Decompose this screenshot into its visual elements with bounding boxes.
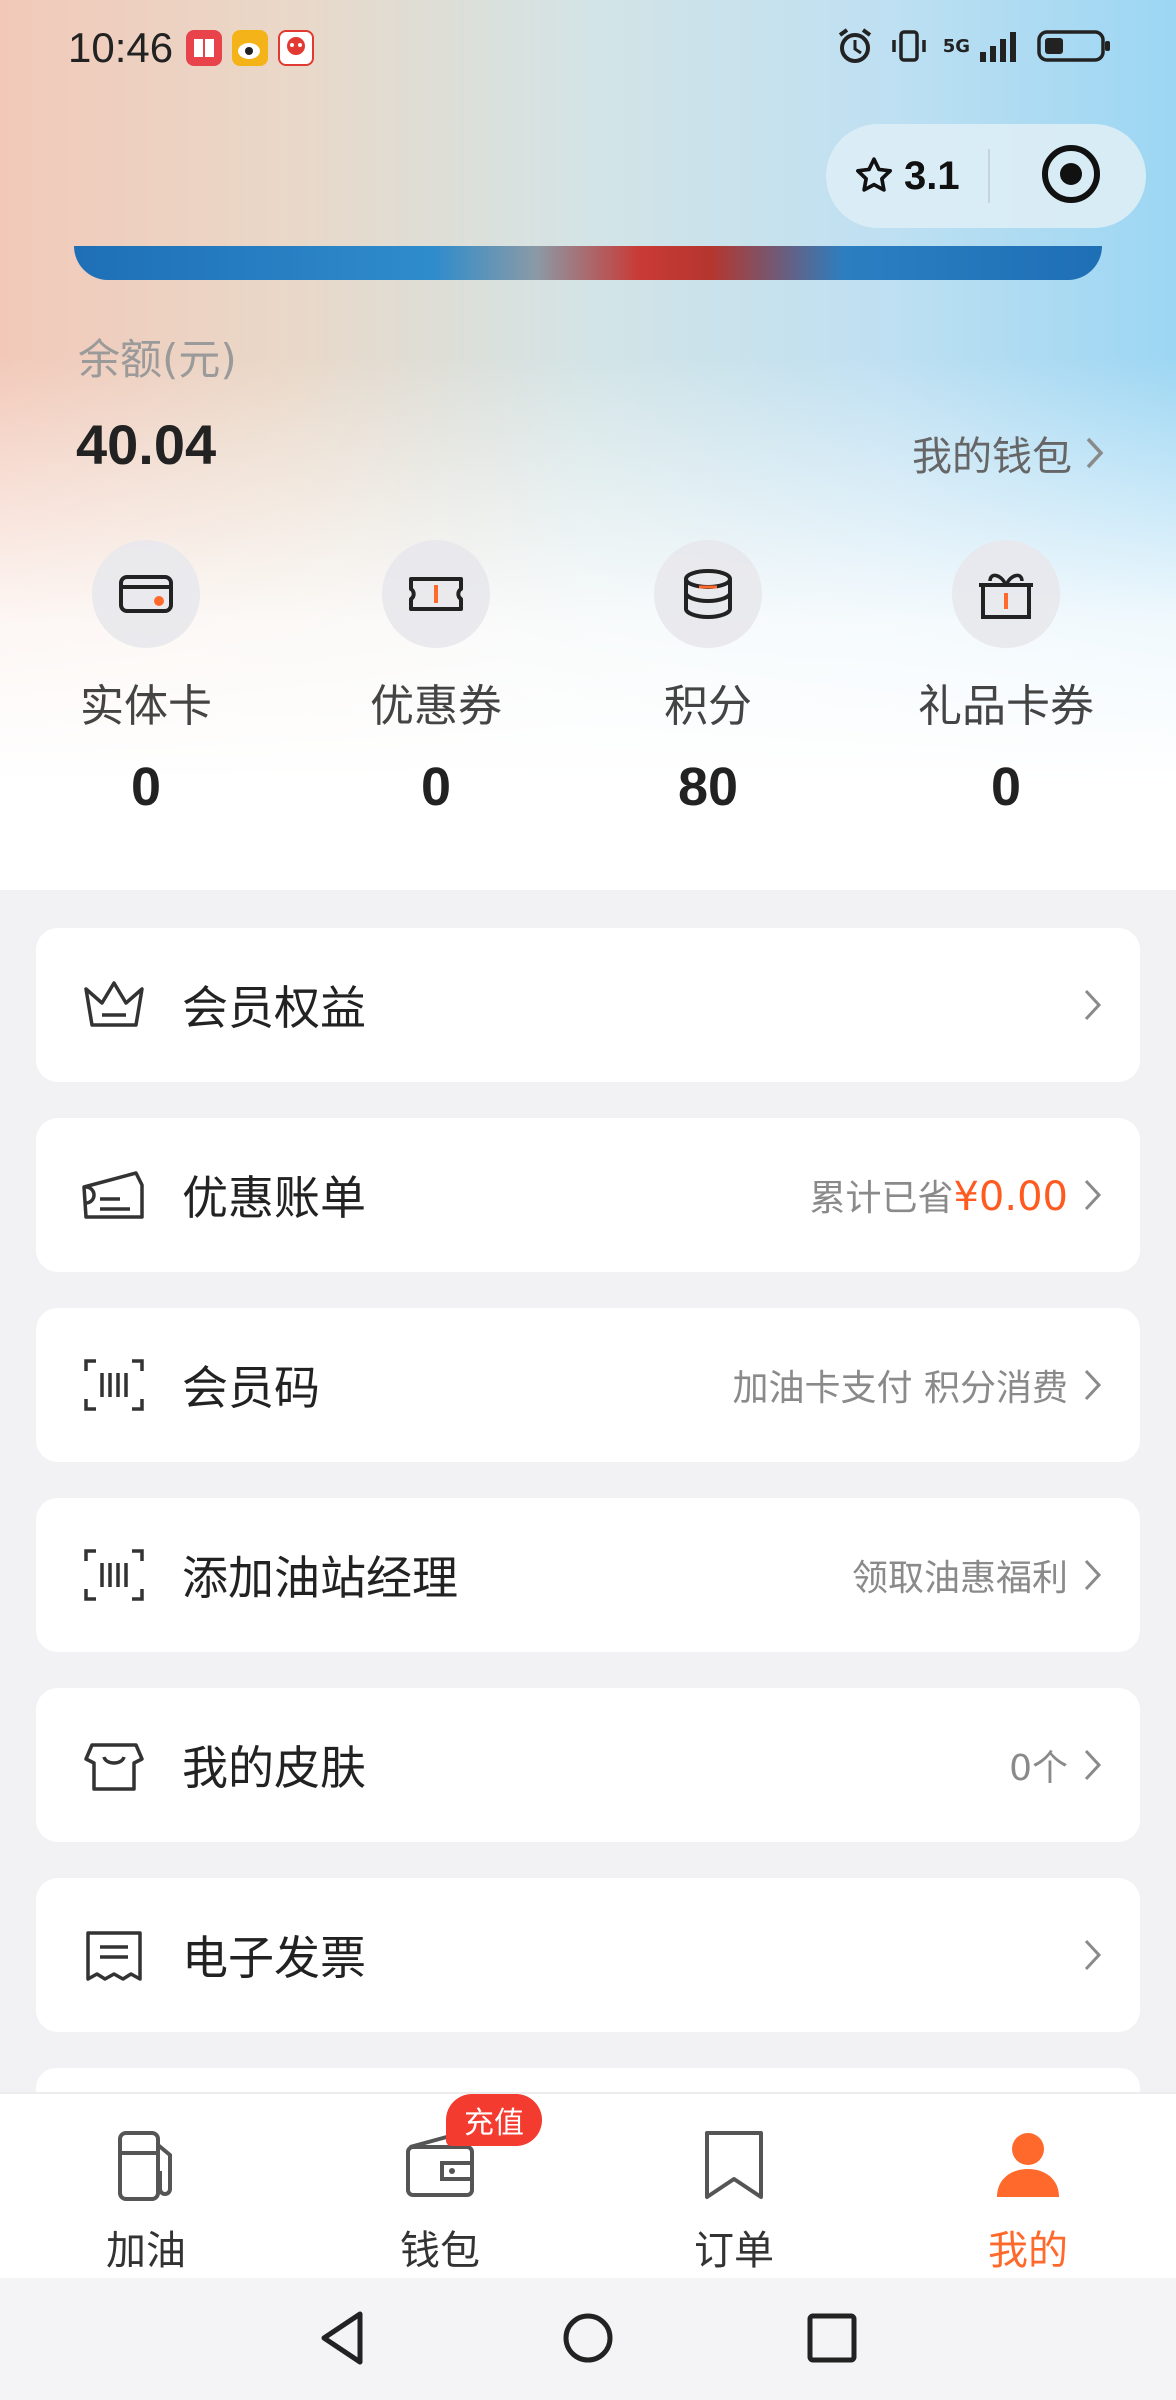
stat-value: 0: [990, 757, 1022, 817]
chevron-right-icon: [1084, 1749, 1102, 1781]
shirt-icon: [78, 1729, 150, 1801]
mini-program-capsule: 3.1: [826, 124, 1146, 228]
tab-label: 钱包: [400, 2228, 480, 2274]
status-bar: 10:46 5G: [0, 0, 1176, 100]
bottom-tab-bar: 加油 钱包 订单 我的: [0, 2092, 1176, 2278]
status-right-icons: 5G: [835, 26, 1112, 66]
chevron-right-icon: [1084, 1939, 1102, 1971]
rating-button[interactable]: 3.1: [852, 154, 960, 199]
balance-label: 余额(元): [78, 335, 237, 384]
coupon-bill-icon: [78, 1159, 150, 1231]
menu-member-benefits[interactable]: 会员权益: [36, 928, 1140, 1082]
tab-mine[interactable]: 我的: [938, 2122, 1118, 2276]
target-icon: [1041, 145, 1100, 203]
balance-value: 40.04: [76, 413, 217, 476]
barcode-icon: [78, 1349, 150, 1421]
menu-right-text: 加油卡支付 积分消费: [732, 1368, 1068, 1409]
menu-right: 累计已省¥0.00: [809, 1169, 1104, 1221]
home-icon[interactable]: [560, 2308, 616, 2368]
chevron-right-icon: [1086, 437, 1104, 469]
gift-icon: [952, 540, 1060, 648]
chevron-right-icon: [1084, 1559, 1102, 1591]
menu-right-text: 领取油惠福利: [851, 1558, 1068, 1599]
menu-right: 0个: [1009, 1739, 1104, 1791]
chevron-right-icon: [1084, 1179, 1102, 1211]
recent-apps-icon[interactable]: [804, 2308, 860, 2368]
stat-value: 0: [130, 757, 162, 817]
menu-title: 会员码: [182, 1361, 320, 1415]
stat-label: 积分: [664, 681, 752, 732]
recharge-badge: 充值: [446, 2094, 542, 2146]
tab-label: 我的: [988, 2228, 1068, 2274]
stat-physical-card[interactable]: 实体卡 0: [46, 540, 246, 818]
menu-title: 我的皮肤: [182, 1741, 366, 1795]
menu-title: 电子发票: [182, 1931, 366, 1985]
stat-label: 优惠券: [370, 681, 502, 732]
stat-value: 0: [420, 757, 452, 817]
stat-label: 礼品卡券: [918, 681, 1094, 732]
my-wallet-link[interactable]: 我的钱包: [912, 424, 1106, 482]
card-icon: [92, 540, 200, 648]
receipt-icon: [78, 1919, 150, 1991]
vibrate-icon: [891, 30, 926, 62]
back-icon[interactable]: [316, 2308, 370, 2368]
star-outline-icon: [856, 157, 892, 192]
coin-stack-icon: [654, 540, 762, 648]
close-target-button[interactable]: [1040, 143, 1102, 209]
crown-icon: [78, 969, 150, 1041]
saved-label: 累计已省: [809, 1178, 954, 1219]
stat-coupons[interactable]: 优惠券 0: [336, 540, 536, 818]
tab-refuel[interactable]: 加油: [56, 2122, 236, 2276]
menu-right: 领取油惠福利: [852, 1549, 1104, 1601]
fuel-pump-icon: [56, 2122, 236, 2208]
tab-label: 加油: [106, 2228, 186, 2274]
my-wallet-label: 我的钱包: [912, 434, 1072, 480]
chevron-right-icon: [1084, 989, 1102, 1021]
menu-my-skins[interactable]: 我的皮肤 0个: [36, 1688, 1140, 1842]
stat-value: 80: [677, 757, 739, 817]
saved-amount: ¥0.00: [953, 1174, 1068, 1220]
signal-icon: [980, 32, 1016, 62]
alarm-icon: [838, 28, 871, 63]
menu-right: 加油卡支付 积分消费: [733, 1359, 1104, 1411]
stat-points[interactable]: 积分 80: [608, 540, 808, 818]
tab-orders[interactable]: 订单: [644, 2122, 824, 2276]
menu-title: 添加油站经理: [182, 1551, 458, 1605]
battery-icon: [1037, 30, 1110, 62]
menu-title: 优惠账单: [182, 1171, 366, 1225]
promo-banner[interactable]: [74, 246, 1102, 280]
capsule-divider: [987, 149, 990, 203]
menu-title: 会员权益: [182, 981, 366, 1035]
notification-book-icon: [186, 30, 222, 66]
stat-gift-cards[interactable]: 礼品卡券 0: [906, 540, 1106, 818]
notification-app-icon: [278, 30, 314, 66]
menu-add-station-manager[interactable]: 添加油站经理 领取油惠福利: [36, 1498, 1140, 1652]
menu-e-invoice[interactable]: 电子发票: [36, 1878, 1140, 2032]
system-navigation-bar: [0, 2278, 1176, 2400]
menu-discount-bill[interactable]: 优惠账单 累计已省¥0.00: [36, 1118, 1140, 1272]
chevron-right-icon: [1084, 1369, 1102, 1401]
network-type: 5G: [942, 35, 970, 57]
menu-right: [1082, 987, 1104, 1023]
stat-label: 实体卡: [80, 681, 212, 732]
notification-weibo-icon: [232, 30, 268, 66]
menu-right: [1082, 1937, 1104, 1973]
ticket-icon: [382, 540, 490, 648]
status-time: 10:46: [68, 24, 174, 71]
barcode-icon: [78, 1539, 150, 1611]
menu-right-text: 0个: [1009, 1748, 1068, 1789]
bookmark-icon: [644, 2122, 824, 2208]
person-icon: [938, 2122, 1118, 2208]
rating-value: 3.1: [904, 153, 960, 198]
tab-label: 订单: [694, 2228, 774, 2274]
menu-member-code[interactable]: 会员码 加油卡支付 积分消费: [36, 1308, 1140, 1462]
